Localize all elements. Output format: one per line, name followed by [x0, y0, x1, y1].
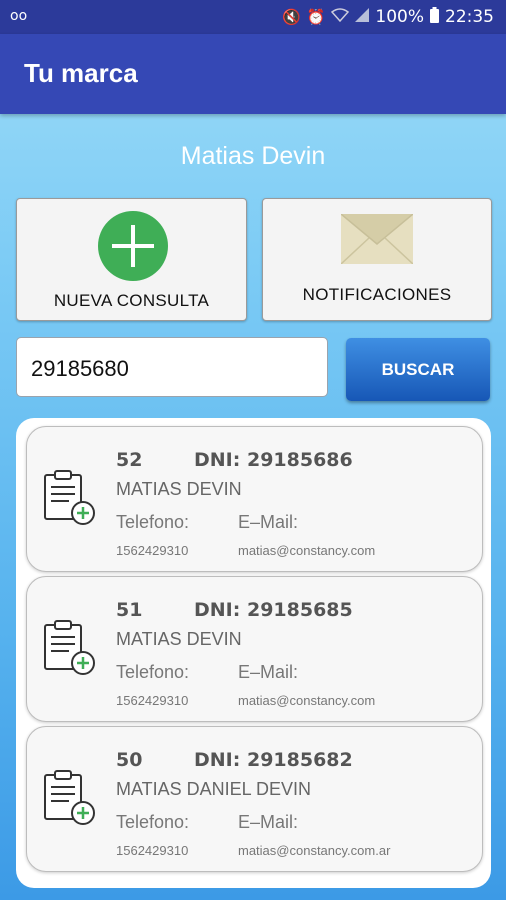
wifi-icon — [331, 8, 350, 26]
clipboard-add-icon — [44, 770, 95, 825]
app-bar: Tu marca — [0, 34, 506, 114]
signal-icon — [355, 8, 370, 26]
phone-label: Telefono: — [116, 662, 190, 682]
result-phone: 1562429310 — [116, 543, 189, 558]
result-name: MATIAS DANIEL DEVIN — [116, 779, 312, 799]
result-number: 50 — [116, 749, 143, 771]
result-phone: 1562429310 — [116, 693, 189, 708]
result-dni: DNI: 29185682 — [194, 749, 353, 771]
email-label: E–Mail: — [238, 812, 299, 832]
notifications-button[interactable]: NOTIFICACIONES — [262, 198, 492, 321]
voicemail-icon: oo — [10, 8, 28, 24]
result-email: matias@constancy.com — [238, 693, 376, 708]
battery-icon — [430, 7, 439, 27]
new-query-button[interactable]: NUEVA CONSULTA — [16, 198, 247, 321]
plus-circle-icon — [98, 211, 168, 281]
result-card[interactable]: 51 DNI: 29185685 MATIAS DEVIN Telefono: … — [26, 576, 483, 722]
result-email: matias@constancy.com.ar — [238, 843, 391, 858]
mute-icon: 🔇 — [282, 8, 301, 26]
phone-label: Telefono: — [116, 512, 190, 532]
app-title: Tu marca — [24, 58, 138, 88]
phone-label: Telefono: — [116, 812, 190, 832]
envelope-icon — [341, 214, 413, 264]
dni-search-input[interactable]: 29185680 — [16, 337, 328, 397]
result-dni: DNI: 29185685 — [194, 599, 353, 621]
alarm-icon: ⏰ — [306, 8, 326, 26]
result-email: matias@constancy.com — [238, 543, 376, 558]
email-label: E–Mail: — [238, 512, 299, 532]
clock-text: 22:35 — [445, 7, 494, 27]
battery-text: 100% — [375, 7, 424, 27]
result-card[interactable]: 52 DNI: 29185686 MATIAS DEVIN Telefono: … — [26, 426, 483, 572]
status-bar: oo 🔇 ⏰ 100% 22:35 — [0, 0, 506, 34]
search-button[interactable]: BUSCAR — [346, 338, 490, 401]
notifications-label: NOTIFICACIONES — [302, 285, 452, 304]
new-query-label: NUEVA CONSULTA — [53, 291, 210, 310]
clipboard-add-icon — [44, 470, 95, 525]
result-card[interactable]: 50 DNI: 29185682 MATIAS DANIEL DEVIN Tel… — [26, 726, 483, 872]
result-dni: DNI: 29185686 — [194, 449, 353, 471]
clipboard-add-icon — [44, 620, 95, 675]
results-list[interactable]: 52 DNI: 29185686 MATIAS DEVIN Telefono: … — [16, 418, 491, 888]
email-label: E–Mail: — [238, 662, 299, 682]
result-phone: 1562429310 — [116, 843, 189, 858]
result-name: MATIAS DEVIN — [116, 479, 242, 499]
result-number: 51 — [116, 599, 143, 621]
user-name: Matias Devin — [180, 142, 326, 170]
result-name: MATIAS DEVIN — [116, 629, 242, 649]
result-number: 52 — [116, 449, 143, 471]
